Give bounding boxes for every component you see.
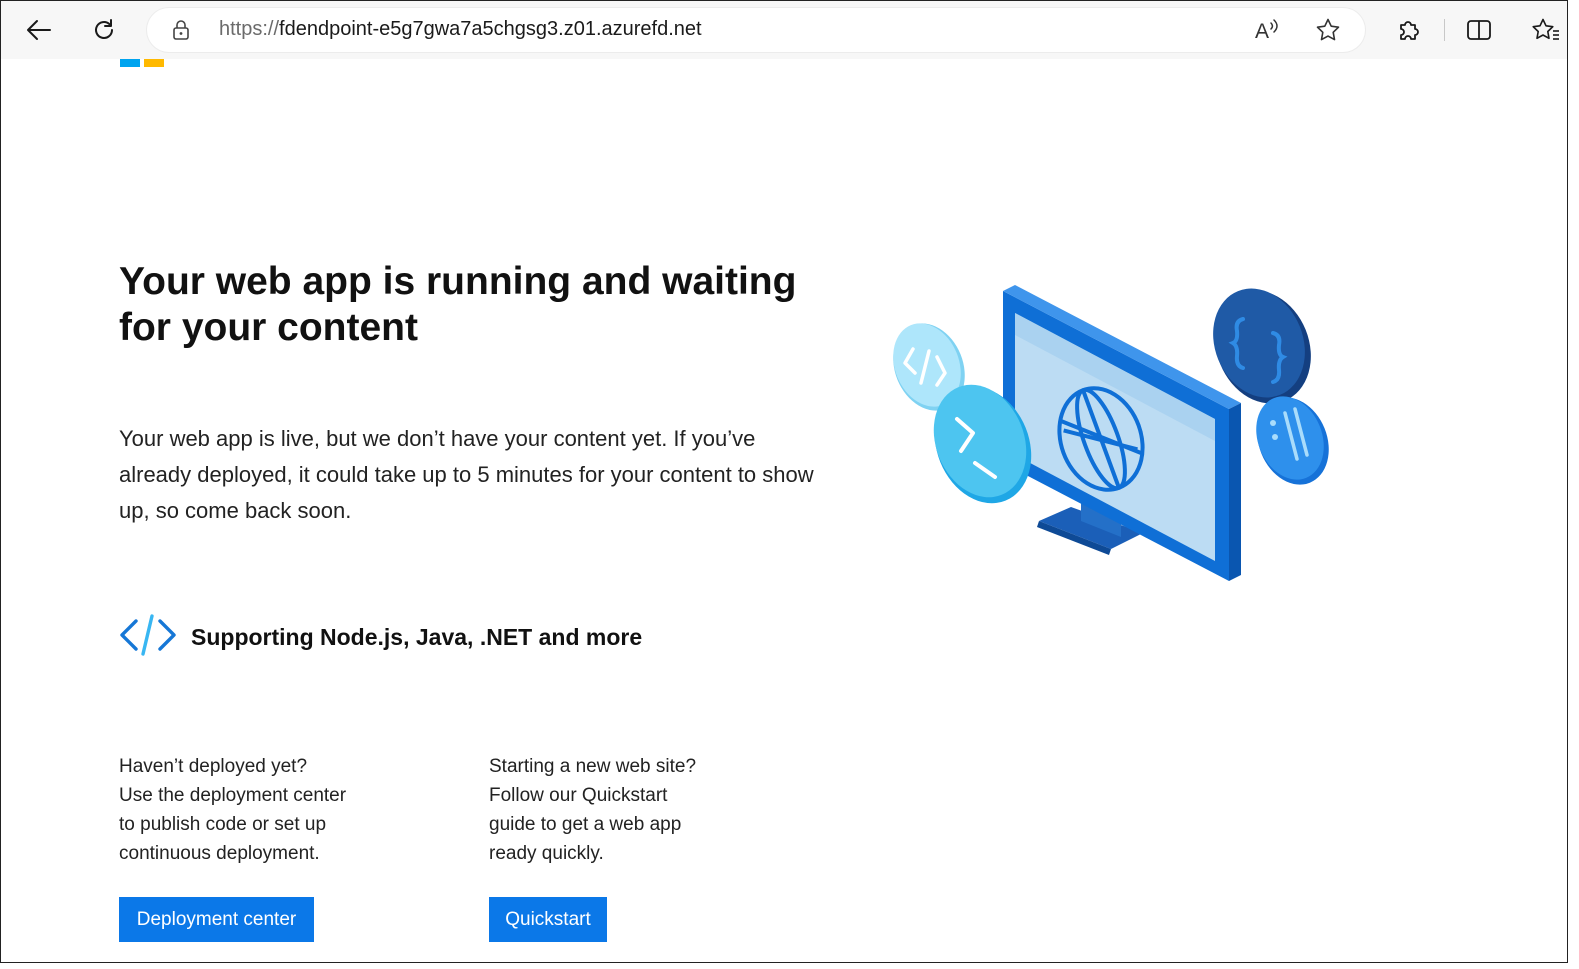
- address-bar[interactable]: https://fdendpoint-e5g7gwa7a5chgsg3.z01.…: [147, 8, 1365, 52]
- deployment-center-button[interactable]: Deployment center: [119, 897, 314, 942]
- deploy-text-line: to publish code or set up: [119, 814, 327, 835]
- url-protocol: https://: [219, 18, 280, 40]
- page-description: Your web app is live, but we don’t have …: [119, 426, 814, 523]
- support-row: Supporting Node.js, Java, .NET and more: [119, 613, 643, 661]
- url-text[interactable]: https://fdendpoint-e5g7gwa7a5chgsg3.z01.…: [219, 18, 702, 41]
- code-brackets-icon: [119, 613, 177, 661]
- logo-blue-square: [120, 59, 140, 67]
- favorites-icon[interactable]: [1529, 13, 1563, 47]
- quickstart-column: Starting a new web site? Follow our Quic…: [489, 752, 769, 868]
- quickstart-text-line: guide to get a web app: [489, 814, 682, 835]
- toolbar-divider: [1444, 19, 1445, 41]
- extensions-icon[interactable]: [1391, 13, 1425, 47]
- favorite-star-icon[interactable]: [1313, 15, 1343, 45]
- quickstart-text-line: Follow our Quickstart: [489, 785, 668, 806]
- deploy-text-line: Use the deployment center: [119, 785, 347, 806]
- logo-yellow-square: [144, 59, 164, 67]
- page-title: Your web app is running and waiting for …: [119, 260, 797, 349]
- support-text: Supporting Node.js, Java, .NET and more: [191, 623, 643, 650]
- web-app-illustration: [881, 281, 1341, 591]
- deploy-text-line: Haven’t deployed yet?: [119, 756, 308, 777]
- deploy-text-line: continuous deployment.: [119, 843, 320, 864]
- browser-toolbar: https://fdendpoint-e5g7gwa7a5chgsg3.z01.…: [1, 1, 1567, 59]
- lock-icon[interactable]: [169, 18, 193, 42]
- quickstart-text-line: ready quickly.: [489, 843, 604, 864]
- quickstart-text-line: Starting a new web site?: [489, 756, 697, 777]
- deploy-column: Haven’t deployed yet? Use the deployment…: [119, 752, 399, 868]
- url-slash-bubble: [1256, 396, 1329, 485]
- read-aloud-letter: A: [1255, 20, 1269, 43]
- refresh-icon[interactable]: [87, 13, 121, 47]
- browser-window: https://fdendpoint-e5g7gwa7a5chgsg3.z01.…: [0, 0, 1568, 963]
- url-host: fdendpoint-e5g7gwa7a5chgsg3.z01.azurefd.…: [279, 18, 702, 40]
- quickstart-button[interactable]: Quickstart: [489, 897, 607, 942]
- split-screen-icon[interactable]: [1462, 13, 1496, 47]
- read-aloud-icon[interactable]: A: [1253, 15, 1283, 45]
- back-arrow-icon[interactable]: [22, 13, 56, 47]
